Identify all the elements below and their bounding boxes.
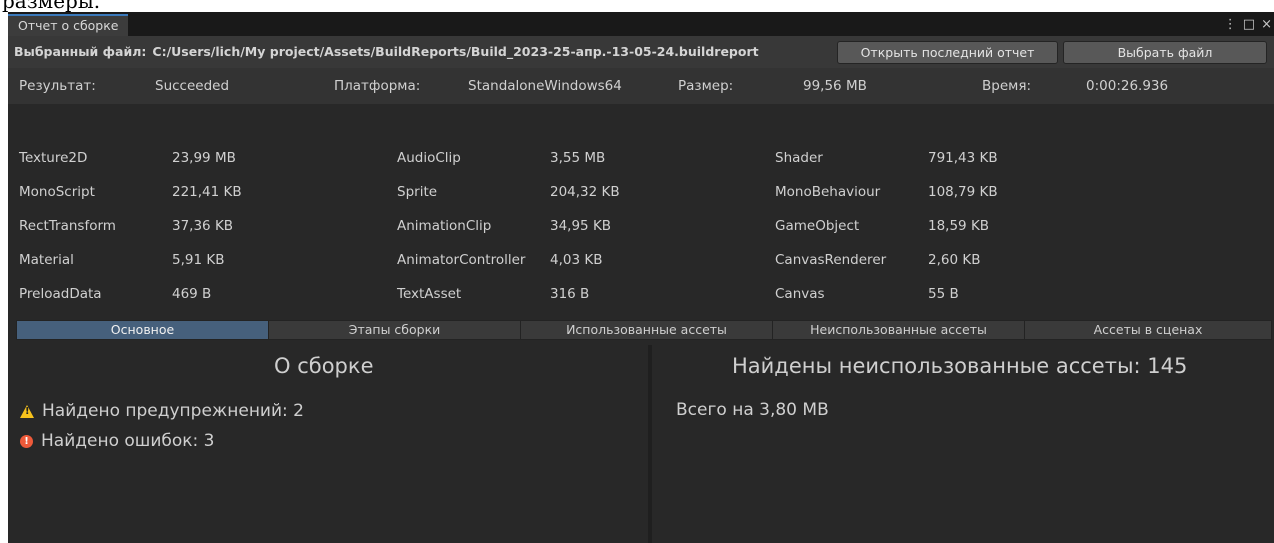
- close-icon[interactable]: ×: [1261, 17, 1272, 32]
- window-controls: ⋮ □ ×: [1224, 15, 1272, 33]
- about-build-panel: О сборке Найдено предупрежнений: 2 ! Най…: [8, 345, 648, 543]
- report-tabs: Основное Этапы сборки Использованные асс…: [16, 320, 1272, 340]
- file-bar: Выбранный файл: C:/Users/lich/My project/…: [8, 36, 1274, 68]
- stat-name: AnimationClip: [397, 218, 492, 234]
- stat-size: 37,36 KB: [172, 218, 234, 234]
- error-icon: !: [20, 434, 33, 448]
- open-last-report-button[interactable]: Открыть последний отчет: [837, 41, 1058, 64]
- time-value: 0:00:26.936: [1086, 78, 1169, 94]
- about-build-title: О сборке: [274, 354, 374, 378]
- warnings-line: Найдено предупрежнений: 2: [20, 401, 304, 421]
- stat-name: Canvas: [775, 286, 825, 302]
- unused-total-text: Всего на 3,80 MB: [676, 400, 829, 420]
- stat-size: 469 B: [172, 286, 212, 302]
- selected-file-path: C:/Users/lich/My project/Assets/BuildRep…: [152, 44, 759, 59]
- tab-used-assets[interactable]: Использованные ассеты: [521, 321, 773, 339]
- stat-size: 108,79 KB: [928, 184, 998, 200]
- stat-size: 2,60 KB: [928, 252, 981, 268]
- menu-icon[interactable]: ⋮: [1224, 17, 1237, 32]
- stat-name: PreloadData: [19, 286, 102, 302]
- result-value: Succeeded: [155, 78, 230, 94]
- time-label: Время:: [982, 78, 1031, 94]
- stat-size: 316 B: [550, 286, 590, 302]
- tab-content: О сборке Найдено предупрежнений: 2 ! Най…: [8, 345, 1274, 543]
- stat-size: 204,32 KB: [550, 184, 620, 200]
- size-label: Размер:: [678, 78, 734, 94]
- unused-assets-panel: Найдены неиспользованные ассеты: 145 Все…: [652, 345, 1274, 543]
- stat-size: 5,91 KB: [172, 252, 225, 268]
- stat-size: 221,41 KB: [172, 184, 242, 200]
- tab-unused-assets[interactable]: Неиспользованные ассеты: [773, 321, 1025, 339]
- asset-type-stats: Texture2D 23,99 MB AudioClip 3,55 MB Sha…: [8, 104, 1274, 314]
- selected-file-label: Выбранный файл:: [14, 44, 147, 59]
- window-tab-build-report[interactable]: Отчет о сборке: [8, 14, 129, 36]
- window-titlebar: Отчет о сборке ⋮ □ ×: [8, 12, 1274, 36]
- cropped-text: размеры.: [2, 0, 101, 12]
- stat-size: 55 B: [928, 286, 959, 302]
- stat-name: Shader: [775, 150, 823, 166]
- tab-scene-assets[interactable]: Ассеты в сценах: [1025, 321, 1271, 339]
- warnings-text: Найдено предупрежнений: 2: [42, 401, 304, 421]
- stat-name: AnimatorController: [397, 252, 526, 268]
- platform-label: Платформа:: [334, 78, 421, 94]
- stat-size: 23,99 MB: [172, 150, 236, 166]
- stat-name: MonoScript: [19, 184, 95, 200]
- warning-icon: [20, 404, 34, 418]
- stat-name: CanvasRenderer: [775, 252, 887, 268]
- tab-build-steps[interactable]: Этапы сборки: [269, 321, 521, 339]
- stat-name: AudioClip: [397, 150, 461, 166]
- stat-size: 34,95 KB: [550, 218, 612, 234]
- stat-size: 791,43 KB: [928, 150, 998, 166]
- stat-name: Texture2D: [19, 150, 88, 166]
- stat-size: 3,55 MB: [550, 150, 606, 166]
- stat-size: 18,59 KB: [928, 218, 990, 234]
- platform-value: StandaloneWindows64: [468, 78, 622, 94]
- stat-name: GameObject: [775, 218, 860, 234]
- maximize-icon[interactable]: □: [1243, 17, 1255, 32]
- stat-name: Sprite: [397, 184, 438, 200]
- selected-file: Выбранный файл: C:/Users/lich/My project/…: [14, 36, 759, 68]
- stat-name: RectTransform: [19, 218, 116, 234]
- result-label: Результат:: [19, 78, 96, 94]
- errors-text: Найдено ошибок: 3: [41, 431, 215, 451]
- build-report-window: Отчет о сборке ⋮ □ × Выбранный файл: C:/U…: [8, 12, 1274, 543]
- tab-main[interactable]: Основное: [17, 321, 269, 339]
- errors-line: ! Найдено ошибок: 3: [20, 431, 215, 451]
- choose-file-button[interactable]: Выбрать файл: [1063, 41, 1267, 64]
- cropped-text-fragment: размеры.: [0, 0, 1274, 12]
- stat-name: Material: [19, 252, 74, 268]
- stat-name: TextAsset: [397, 286, 462, 302]
- unused-assets-title: Найдены неиспользованные ассеты: 145: [732, 354, 1188, 378]
- stat-size: 4,03 KB: [550, 252, 603, 268]
- size-value: 99,56 MB: [803, 78, 867, 94]
- summary-row: Результат: Succeeded Платформа: Standalo…: [8, 68, 1274, 104]
- stat-name: MonoBehaviour: [775, 184, 881, 200]
